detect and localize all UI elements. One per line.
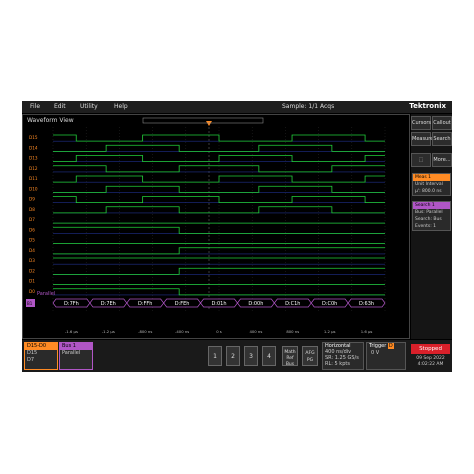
oscilloscope-screen: File Edit Utility Help Sample: 1/1 Acqs …: [22, 101, 452, 372]
digital-waveform-trace: [53, 155, 385, 163]
channel-label: D0: [29, 289, 35, 294]
channel-3-button[interactable]: 3: [244, 346, 258, 366]
trigger-level: 0 V: [371, 350, 380, 356]
screenshot-icon[interactable]: ⬚: [411, 153, 431, 167]
channel-label: D15: [29, 135, 38, 140]
bus-value: D:C0h: [322, 301, 337, 307]
menu-file[interactable]: File: [30, 103, 40, 110]
bus-value: D:7Fh: [64, 301, 79, 307]
math-ref-bus-button[interactable]: Math Ref Bus: [282, 346, 298, 367]
channel-label: D2: [29, 268, 35, 273]
bus-value: D:01h: [211, 301, 226, 307]
bus-value: D:7Eh: [101, 301, 116, 307]
run-stop-status[interactable]: Stopped: [411, 344, 450, 354]
bus-value: D:FEh: [175, 301, 190, 307]
digital-line-high: D15: [27, 350, 38, 356]
digital-channel-label: D15-D0: [25, 343, 57, 350]
waveform-view[interactable]: Waveform View D15 D14 D13 D12 D11 D10 D9 D8 D7 D6…: [22, 114, 410, 339]
channel-label: D9: [29, 197, 35, 202]
overview-bar: [142, 117, 264, 124]
channel-label: D13: [29, 156, 38, 161]
bus-type: Parallel: [62, 350, 81, 356]
channel-label: D5: [29, 238, 35, 243]
bus-marker-text: B1: [27, 301, 33, 306]
time-tick-label: 0 s: [216, 329, 222, 334]
trigger-source-badge: D: [387, 343, 394, 349]
more-button[interactable]: More...: [432, 153, 452, 167]
search-button[interactable]: Search: [432, 132, 452, 146]
time-tick-label: 1.2 µs: [324, 329, 336, 334]
search-bus: Bus: Parallel: [415, 210, 443, 215]
waveform-plot: D15 D14 D13 D12 D11 D10 D9 D8 D7 D6 D5 D4 D3 D2 D1 D0 Pa…: [26, 117, 386, 334]
trigger-marker-icon: [206, 121, 212, 126]
measurement-badge-title: Meas 1: [413, 174, 450, 181]
channel-label: D11: [29, 176, 38, 181]
channel-label: D6: [29, 227, 35, 232]
bus-value: D:63h: [359, 301, 374, 307]
time-tick-label: -1.2 µs: [102, 329, 115, 334]
channel-label: D1: [29, 279, 35, 284]
trigger-badge[interactable]: Trigger D 0 V: [366, 342, 406, 370]
callout-button[interactable]: Callout: [432, 116, 452, 130]
bus-value: D:FFh: [138, 301, 152, 307]
bus-value: D:00h: [248, 301, 263, 307]
search-badge[interactable]: Search 1 Bus: Parallel Search: Bus Event…: [412, 201, 451, 231]
channel-label: D8: [29, 207, 35, 212]
time-tick-label: -800 ns: [138, 329, 152, 334]
record-length: RL: 5 kpts: [325, 361, 350, 367]
digital-line-low: D7: [27, 357, 35, 363]
digital-channel-badge[interactable]: D15-D0 D15 D7: [24, 342, 58, 370]
menu-help[interactable]: Help: [114, 103, 128, 110]
measurement-type: Unit Interval: [415, 182, 443, 187]
digital-waveform-trace: [53, 134, 385, 142]
cursors-button[interactable]: Cursors: [411, 116, 431, 130]
time-display: 4:02:22 AM: [417, 362, 444, 367]
channel-2-button[interactable]: 2: [226, 346, 240, 366]
search-events: Events: 1: [415, 224, 437, 229]
channel-label: D10: [29, 186, 38, 191]
menu-utility[interactable]: Utility: [80, 103, 98, 110]
channel-4-button[interactable]: 4: [262, 346, 276, 366]
bus-badge-label: Bus 1: [60, 343, 92, 350]
time-tick-label: 800 ns: [286, 329, 299, 334]
brand-logo: Tektronix: [409, 102, 446, 110]
date-display: 09 Sep 2022: [416, 356, 445, 361]
side-panel: Cursors Callout Measure Search ⬚ More...…: [411, 114, 452, 339]
channel-label: D4: [29, 248, 35, 253]
time-tick-label: -400 ns: [175, 329, 189, 334]
time-tick-label: 1.6 µs: [361, 329, 373, 334]
measure-button[interactable]: Measure: [411, 132, 433, 146]
settings-bar: D15-D0 D15 D7 Bus 1 Parallel 1 2 3 4 Mat…: [22, 340, 452, 372]
channel-1-button[interactable]: 1: [208, 346, 222, 366]
measurement-badge[interactable]: Meas 1 Unit Interval µ': 800.0 ns: [412, 173, 451, 196]
channel-label: D7: [29, 217, 35, 222]
menu-edit[interactable]: Edit: [54, 103, 66, 110]
afg-button[interactable]: AFG PG: [302, 346, 318, 366]
bus-badge[interactable]: Bus 1 Parallel: [59, 342, 93, 370]
channel-label: D3: [29, 258, 35, 263]
horizontal-badge[interactable]: Horizontal 400 ns/div SR: 1.25 GS/s RL: …: [322, 342, 364, 370]
digital-waveform-trace: [53, 175, 385, 183]
acquisition-status: Sample: 1/1 Acqs: [282, 103, 335, 110]
bus-value: D:C1h: [285, 301, 300, 307]
digital-waveform-trace: [53, 196, 385, 204]
search-badge-title: Search 1: [413, 202, 450, 209]
menu-bar: File Edit Utility Help Sample: 1/1 Acqs …: [22, 101, 452, 113]
time-tick-label: 400 ns: [249, 329, 262, 334]
bus-label: Parallel: [37, 291, 55, 297]
trigger-title: Trigger: [369, 343, 387, 349]
channel-label: D12: [29, 166, 38, 171]
measurement-value: µ': 800.0 ns: [415, 189, 442, 194]
channel-label: D14: [29, 145, 38, 150]
search-type: Search: Bus: [415, 217, 442, 222]
time-tick-label: -1.6 µs: [65, 329, 78, 334]
